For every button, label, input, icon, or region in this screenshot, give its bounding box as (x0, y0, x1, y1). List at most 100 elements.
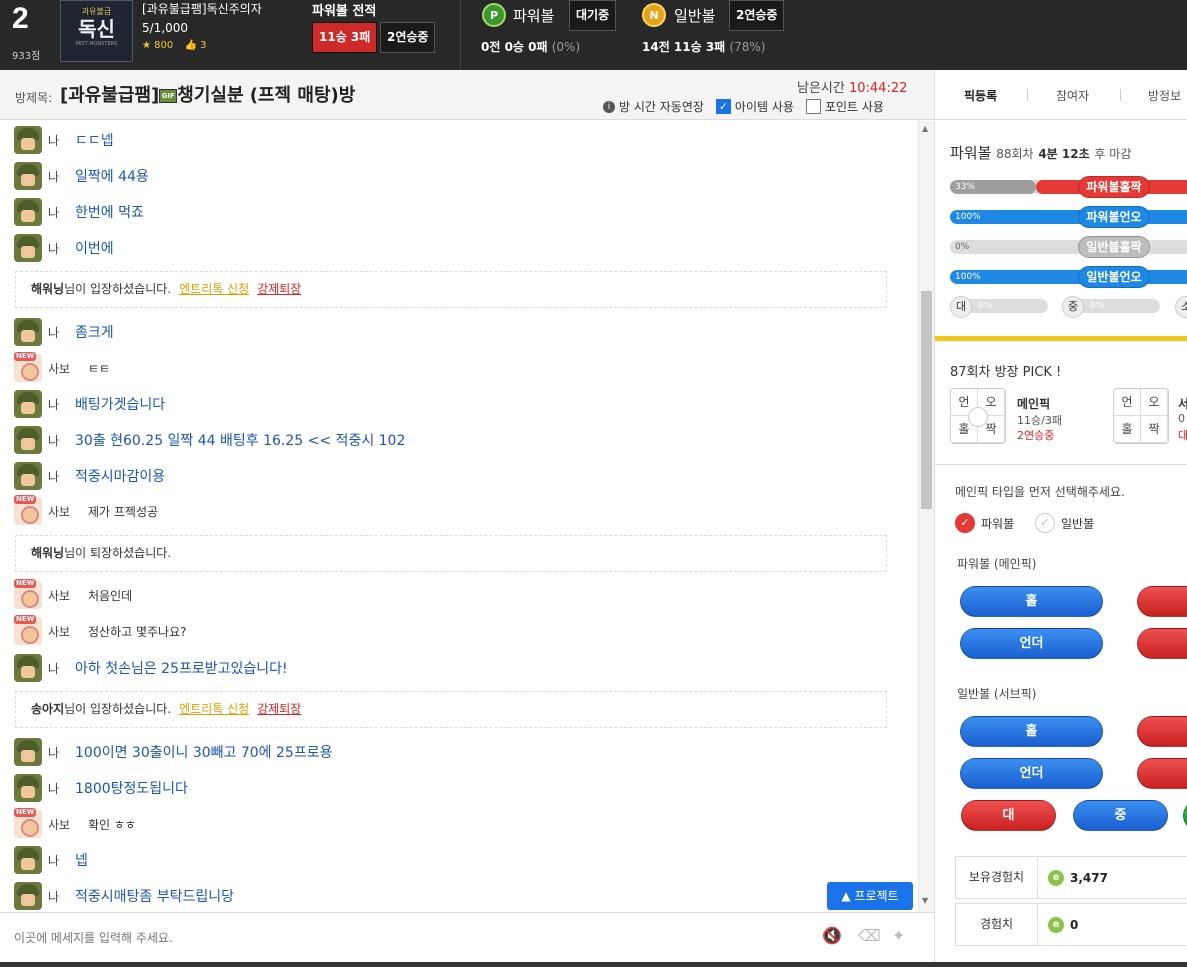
chat-log[interactable]: 나 ㄷㄷ넵 나 일짝에 44용 나 한번에 먹죠 나 이번에 해워닝님이 입장하셨습니다. 엔트리… (0, 121, 918, 912)
avatar[interactable] (14, 615, 42, 645)
chat-message: 사보ㅌㅌ (14, 352, 110, 383)
divider (1120, 89, 1121, 101)
tab-participants[interactable]: 참여자 (1056, 87, 1089, 104)
chat-nick[interactable]: 나 (48, 660, 75, 677)
scroll-down-icon[interactable]: ▼ (922, 896, 928, 905)
tab-room-info[interactable]: 방정보 (1148, 87, 1181, 104)
chat-nick[interactable]: 사보 (48, 816, 88, 833)
sub-pick-over-button[interactable] (1137, 758, 1187, 789)
kick-link[interactable]: 강제퇴장 (257, 702, 301, 716)
record-title: 파워볼 전적 (312, 4, 377, 19)
pick-large-button[interactable]: 대 (961, 800, 1056, 831)
chat-nick[interactable]: 사보 (48, 503, 88, 520)
chat-nick[interactable]: 나 (48, 132, 75, 149)
avatar[interactable] (14, 318, 42, 346)
chat-nick[interactable]: 나 (48, 240, 75, 257)
avatar[interactable] (14, 808, 42, 838)
chat-text: 넵 (75, 853, 88, 869)
avatar[interactable] (14, 162, 42, 190)
vote-bar-fill (950, 210, 1187, 224)
pick-even-button[interactable] (1137, 586, 1187, 617)
chat-text: 한번에 먹죠 (75, 205, 144, 221)
avatar[interactable] (14, 738, 42, 766)
eraser-icon[interactable]: ⌫ (858, 926, 881, 945)
avatar[interactable] (14, 352, 42, 382)
vote-bar: 100% (950, 210, 1187, 224)
avatar[interactable] (14, 882, 42, 910)
chat-input[interactable] (14, 928, 774, 948)
chat-nick[interactable]: 나 (48, 168, 75, 185)
info-icon[interactable]: i (603, 100, 615, 113)
divider (935, 464, 1187, 465)
chat-nick[interactable]: 나 (48, 432, 75, 449)
radio-normalball[interactable]: ✓ 일반볼 (1035, 513, 1094, 533)
pick-small-button[interactable] (1183, 800, 1187, 831)
chat-nick[interactable]: 나 (48, 780, 75, 797)
chat-nick[interactable]: 나 (48, 888, 75, 905)
auto-extend-label[interactable]: 방 시간 자동연장 (619, 98, 704, 115)
entry-talk-link[interactable]: 엔트리톡 신청 (179, 702, 249, 716)
avatar[interactable] (14, 462, 42, 490)
chat-text: 배팅가겟습니다 (75, 397, 166, 413)
chat-message: 나 100이면 30출이니 30빼고 70에 25프로용 (14, 737, 332, 767)
chat-nick[interactable]: 나 (48, 204, 75, 221)
chat-nick[interactable]: 나 (48, 324, 75, 341)
radio-powerball[interactable]: ✓ 파워볼 (955, 513, 1014, 533)
use-item-label[interactable]: 아이템 사용 (735, 98, 794, 115)
notice-user: 해워닝 (31, 546, 65, 560)
chat-scrollbar[interactable]: ▲ ▼ (918, 121, 934, 912)
pick-medium-button[interactable]: 중 (1073, 800, 1168, 831)
avatar[interactable] (14, 198, 42, 226)
chat-nick[interactable]: 사보 (48, 587, 88, 604)
scroll-up-icon[interactable]: ▲ (922, 124, 928, 133)
tab-pick-register[interactable]: 픽등록 (964, 87, 997, 104)
chat-text: 정산하고 몇주나요? (88, 624, 187, 639)
chat-nick[interactable]: 나 (48, 744, 75, 761)
room-owner-title: [과유불급팸]독신주의자 (142, 2, 262, 16)
check-icon[interactable]: ✓ (1035, 513, 1055, 533)
chat-nick[interactable]: 나 (48, 852, 75, 869)
chat-text: 좀크게 (75, 325, 114, 341)
vote-label: 파워볼홀짝 (1078, 176, 1150, 198)
magic-wand-icon[interactable]: ✦ (892, 926, 905, 945)
use-point-label[interactable]: 포인트 사용 (825, 98, 884, 115)
avatar[interactable] (14, 774, 42, 802)
emoticon-icon: GIF (159, 89, 178, 103)
avatar[interactable] (14, 234, 42, 262)
vote-percent: 0% (955, 242, 970, 252)
avatar[interactable] (14, 126, 42, 154)
chat-text: 1800탕정도됩니다 (75, 781, 188, 797)
room-options: i 방 시간 자동연장 ✓ 아이템 사용 포인트 사용 (603, 98, 884, 115)
pick-odd-button[interactable]: 홀 (960, 586, 1103, 617)
pick-under-button[interactable]: 언더 (960, 628, 1103, 659)
room-title-label: 방제목: (15, 91, 53, 105)
sub-pick-odd-button[interactable]: 홀 (960, 716, 1103, 747)
avatar[interactable] (14, 426, 42, 454)
remaining-time: 남은시간 10:44:22 (797, 81, 908, 96)
avatar[interactable] (14, 846, 42, 874)
use-item-checkbox[interactable]: ✓ (715, 99, 731, 114)
avatar[interactable] (14, 654, 42, 682)
check-icon[interactable]: ✓ (955, 513, 975, 533)
avatar[interactable] (14, 390, 42, 418)
chat-nick[interactable]: 나 (48, 468, 75, 485)
chat-nick[interactable]: 사보 (48, 360, 88, 377)
chat-nick[interactable]: 사보 (48, 623, 88, 640)
avatar[interactable] (14, 579, 42, 609)
use-point-checkbox[interactable] (805, 99, 821, 114)
star-icon: ★ (142, 40, 151, 51)
pick-over-button[interactable] (1137, 628, 1187, 659)
chat-message: 나 배팅가겟습니다 (14, 389, 165, 419)
kick-link[interactable]: 강제퇴장 (257, 282, 301, 296)
sub-pick-even-button[interactable] (1137, 716, 1187, 747)
avatar[interactable] (14, 495, 42, 525)
round-header: 파워볼 88회차 4분 12초 후 마감 (950, 144, 1132, 162)
main-pick-section-title: 파워볼 (메인픽) (957, 557, 1037, 571)
entry-talk-link[interactable]: 엔트리톡 신청 (179, 282, 249, 296)
protect-button[interactable]: ▲ 프로젝트 (827, 882, 913, 910)
mute-icon[interactable]: 🔇 (822, 926, 842, 945)
sub-pick-under-button[interactable]: 언더 (960, 758, 1103, 789)
chat-nick[interactable]: 나 (48, 396, 75, 413)
scroll-thumb[interactable] (921, 291, 932, 509)
divider (460, 0, 461, 70)
